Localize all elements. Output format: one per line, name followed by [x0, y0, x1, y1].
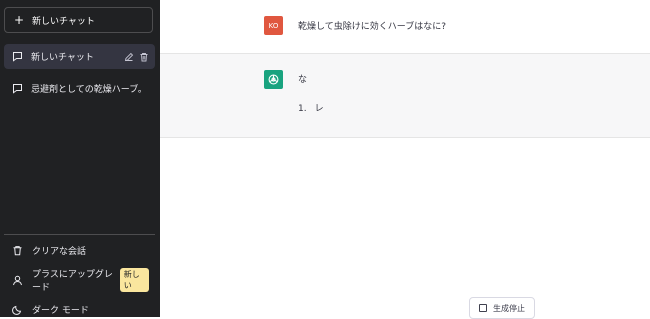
stop-square-icon: [479, 304, 487, 312]
plus-icon: +: [14, 13, 25, 27]
new-badge: 新しい: [119, 268, 149, 292]
stop-generating-label: 生成停止: [493, 303, 525, 313]
stop-generating-button[interactable]: 生成停止: [469, 297, 535, 319]
assistant-message-text: な: [298, 75, 308, 85]
sidebar-divider: [4, 234, 155, 235]
conversation-item[interactable]: 忌避剤としての乾燥ハーブ。: [4, 76, 155, 101]
list-item-number: 1.: [298, 104, 307, 114]
clear-conversations-label: クリアな会話: [32, 246, 87, 257]
user-message-text: 乾燥して虫除けに効くハーブはなに?: [298, 22, 446, 32]
assistant-message: な 1. レ: [160, 54, 650, 138]
moon-icon: [12, 304, 23, 315]
new-chat-button[interactable]: + 新しいチャット: [4, 7, 153, 33]
clear-conversations-button[interactable]: クリアな会話: [4, 240, 155, 260]
conversation-label: 忌避剤としての乾燥ハーブ。: [31, 85, 147, 95]
edit-icon[interactable]: [124, 52, 134, 62]
user-avatar: KO: [264, 16, 283, 35]
upgrade-plus-button[interactable]: プラスにアップグレード 新しい: [4, 268, 155, 293]
user-icon: [12, 275, 23, 286]
sidebar: + 新しいチャット 新しいチャット 忌避剤としての乾燥ハーブ。 クリアな会話 プ…: [0, 0, 160, 317]
dark-mode-label: ダーク モード: [32, 305, 89, 316]
upgrade-plus-label: プラスにアップグレード: [32, 270, 113, 293]
new-chat-label: 新しいチャット: [32, 16, 95, 27]
user-message: KO 乾燥して虫除けに効くハーブはなに?: [160, 0, 650, 54]
openai-logo-icon: [264, 70, 283, 89]
conversation-label: 新しいチャット: [31, 53, 94, 63]
assistant-list-item: 1. レ: [298, 101, 324, 114]
chat-bubble-icon: [12, 83, 23, 94]
conversation-item-active[interactable]: 新しいチャット: [4, 44, 155, 69]
chat-area: KO 乾燥して虫除けに効くハーブはなに? な 1. レ 生成停止: [160, 0, 650, 319]
list-item-text: レ: [314, 104, 324, 114]
trash-icon: [12, 245, 23, 256]
trash-icon[interactable]: [139, 52, 149, 62]
chat-bubble-icon: [12, 51, 23, 62]
dark-mode-toggle[interactable]: ダーク モード: [4, 299, 155, 319]
